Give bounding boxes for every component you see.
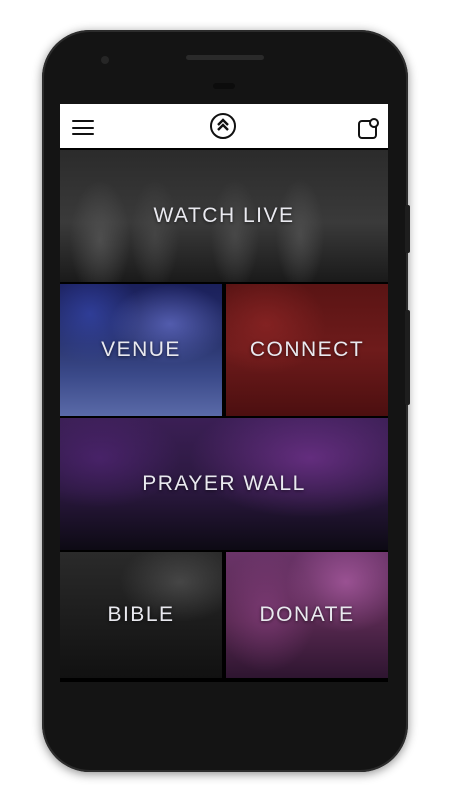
front-camera [101, 56, 109, 64]
bible-tile[interactable]: BIBLE [60, 552, 222, 678]
app-screen: WATCH LIVE VENUE CONNECT PRAYER WALL BIB… [60, 104, 388, 682]
prayer-wall-tile[interactable]: PRAYER WALL [60, 418, 388, 550]
watch-live-label: WATCH LIVE [153, 204, 295, 227]
bible-label: BIBLE [107, 603, 175, 626]
notification-icon[interactable] [357, 118, 379, 145]
earpiece-speaker [186, 55, 264, 60]
watch-live-tile[interactable]: WATCH LIVE [60, 150, 388, 282]
proximity-sensor [213, 83, 235, 89]
top-bar [60, 104, 388, 148]
venue-tile[interactable]: VENUE [60, 284, 222, 416]
connect-tile[interactable]: CONNECT [226, 284, 388, 416]
chevron-logo-icon [210, 113, 236, 139]
volume-button [405, 310, 410, 405]
donate-tile[interactable]: DONATE [226, 552, 388, 678]
venue-label: VENUE [101, 338, 181, 361]
hamburger-menu-icon[interactable] [72, 120, 94, 135]
connect-label: CONNECT [249, 338, 365, 361]
power-button [405, 205, 410, 253]
prayer-wall-label: PRAYER WALL [142, 472, 306, 495]
donate-label: DONATE [259, 603, 355, 626]
